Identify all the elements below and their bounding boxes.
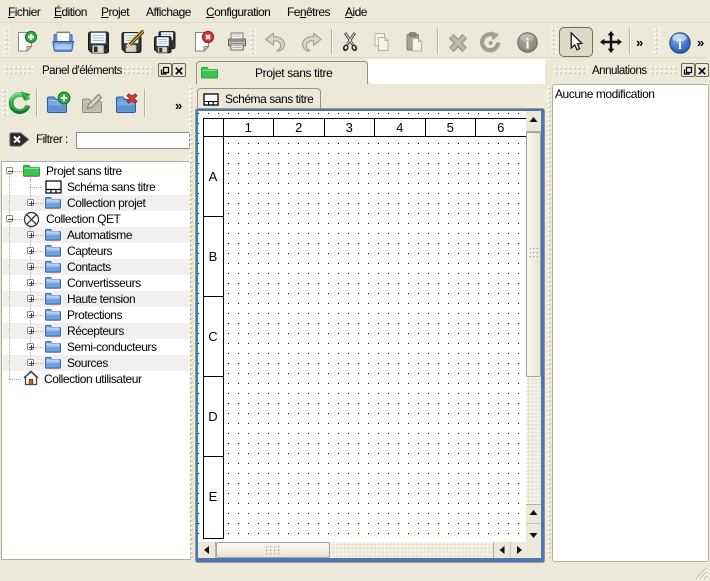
svg-text:i: i <box>525 37 529 53</box>
svg-text:i: i <box>678 38 682 53</box>
